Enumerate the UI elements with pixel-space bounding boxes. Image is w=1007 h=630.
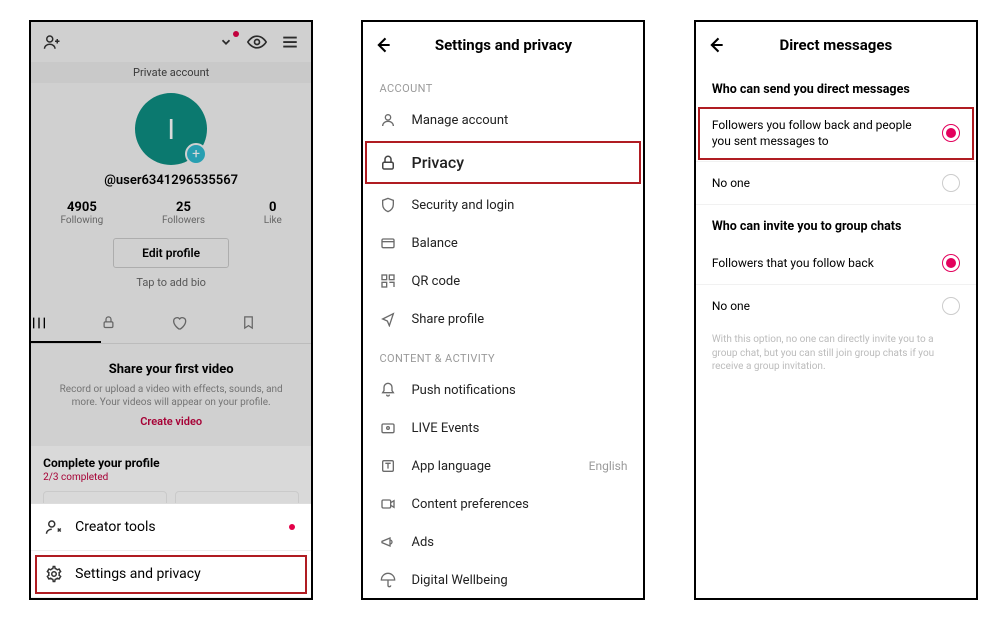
row-privacy[interactable]: Privacy <box>363 139 643 186</box>
back-icon[interactable] <box>706 35 726 55</box>
add-bio-link[interactable]: Tap to add bio <box>136 276 206 289</box>
private-account-label: Private account <box>133 66 209 79</box>
section-content: CONTENT & ACTIVITY <box>363 338 643 371</box>
complete-title: Complete your profile <box>43 456 299 470</box>
avatar[interactable]: I + <box>135 93 207 165</box>
megaphone-icon <box>379 534 397 550</box>
page-title: Direct messages <box>779 36 892 54</box>
row-digital-wellbeing[interactable]: Digital Wellbeing <box>363 561 643 599</box>
live-icon <box>379 420 397 436</box>
row-ads[interactable]: Ads <box>363 523 643 561</box>
dm-option-followers[interactable]: Followers you follow back and people you… <box>696 105 976 162</box>
radio-checked-icon <box>942 254 960 272</box>
row-security[interactable]: Security and login <box>363 186 643 224</box>
tab-feed[interactable] <box>31 305 101 343</box>
profile-screen: Private account I + @user6341296535567 4… <box>29 20 313 600</box>
radio-icon <box>942 174 960 192</box>
row-qr[interactable]: QR code <box>363 262 643 300</box>
row-push[interactable]: Push notifications <box>363 371 643 409</box>
create-video-link[interactable]: Create video <box>55 415 287 428</box>
tab-private[interactable] <box>101 305 171 343</box>
umbrella-icon <box>379 572 397 588</box>
group-option-followers[interactable]: Followers that you follow back <box>696 242 976 285</box>
stat-followers[interactable]: 25 Followers <box>162 200 205 226</box>
qr-icon <box>379 273 397 289</box>
bottom-sheet: Creator tools Settings and privacy <box>31 503 311 598</box>
video-icon <box>379 496 397 512</box>
edit-profile-button[interactable]: Edit profile <box>113 238 229 268</box>
row-family-pairing[interactable]: Family Pairing <box>363 599 643 600</box>
person-icon <box>379 112 397 128</box>
share-icon <box>379 311 397 327</box>
row-balance[interactable]: Balance <box>363 224 643 262</box>
row-manage-account[interactable]: Manage account <box>363 101 643 139</box>
notification-dot <box>289 524 295 530</box>
direct-messages-screen: Direct messages Who can send you direct … <box>694 20 978 600</box>
language-value: English <box>589 459 628 473</box>
avatar-add-icon[interactable]: + <box>185 143 207 165</box>
gear-icon <box>45 565 63 583</box>
bell-icon <box>379 382 397 398</box>
radio-checked-icon <box>942 124 960 142</box>
settings-screen: Settings and privacy ACCOUNT Manage acco… <box>361 20 645 600</box>
row-share-profile[interactable]: Share profile <box>363 300 643 338</box>
username: @user6341296535567 <box>104 173 238 188</box>
question-group: Who can invite you to group chats <box>696 205 976 242</box>
eye-icon[interactable] <box>247 32 267 52</box>
row-content-pref[interactable]: Content preferences <box>363 485 643 523</box>
menu-icon[interactable] <box>281 33 299 51</box>
page-title: Settings and privacy <box>435 36 572 54</box>
stat-likes[interactable]: 0 Like <box>264 200 282 226</box>
dm-option-noone[interactable]: No one <box>696 162 976 205</box>
dropdown-icon[interactable] <box>219 35 233 49</box>
back-icon[interactable] <box>373 35 393 55</box>
complete-progress: 2/3 completed <box>43 472 299 483</box>
share-title: Share your first video <box>55 362 287 377</box>
wallet-icon <box>379 235 397 251</box>
radio-icon <box>942 297 960 315</box>
question-dm: Who can send you direct messages <box>696 68 976 105</box>
tab-saved[interactable] <box>241 305 311 343</box>
shield-icon <box>379 197 397 213</box>
language-icon <box>379 458 397 474</box>
menu-creator-tools[interactable]: Creator tools <box>31 504 311 551</box>
creator-tools-icon <box>45 518 63 536</box>
group-hint: With this option, no one can directly in… <box>696 327 976 374</box>
row-live[interactable]: LIVE Events <box>363 409 643 447</box>
section-account: ACCOUNT <box>363 68 643 101</box>
group-option-noone[interactable]: No one <box>696 285 976 327</box>
stat-following[interactable]: 4905 Following <box>61 200 104 226</box>
lock-icon <box>379 154 397 172</box>
share-desc: Record or upload a video with effects, s… <box>55 383 287 409</box>
row-language[interactable]: App language English <box>363 447 643 485</box>
menu-settings-privacy[interactable]: Settings and privacy <box>31 551 311 598</box>
add-friend-icon[interactable] <box>43 33 61 51</box>
tab-liked[interactable] <box>171 305 241 343</box>
